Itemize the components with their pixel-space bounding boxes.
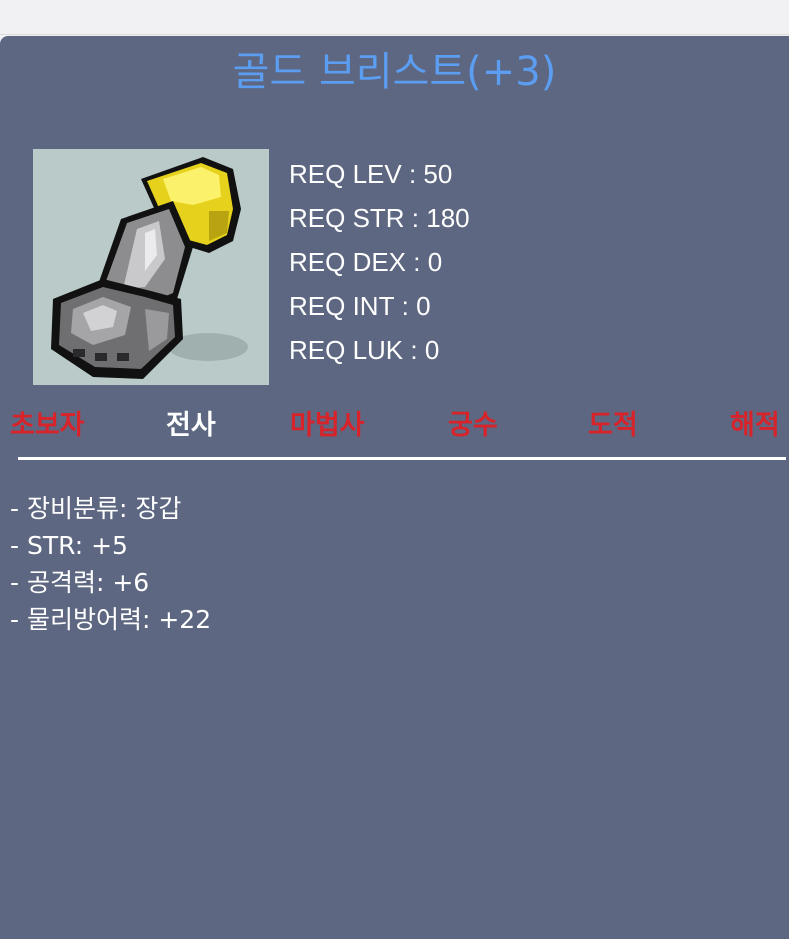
job-requirements-row: 초보자 전사 마법사 궁수 도적 해적	[0, 404, 789, 448]
req-str: REQ STR : 180	[289, 203, 470, 233]
divider	[18, 457, 786, 460]
stat-category: - 장비분류: 장갑	[10, 494, 182, 523]
stat-attack: - 공격력: +6	[10, 568, 150, 597]
top-bar	[0, 0, 789, 35]
job-warrior: 전사	[166, 410, 216, 441]
req-level: REQ LEV : 50	[289, 159, 453, 189]
job-thief: 도적	[588, 410, 638, 441]
stat-defense: - 물리방어력: +22	[10, 605, 212, 634]
item-tooltip-panel: 골드 브리스트(+3) REQ LEV : 50 REQ STR: 180 R…	[0, 36, 789, 939]
stat-str: - STR: +5	[10, 531, 128, 560]
job-pirate: 해적	[730, 410, 780, 441]
item-stats-list: - 장비분류: 장갑 - STR: +5 - 공격력: +6 - 물리방어력: …	[10, 490, 211, 638]
job-magician: 마법사	[290, 410, 365, 441]
requirements-list: REQ LEV : 50 REQ STR : 180 REQ DEX : 0 R…	[289, 152, 470, 372]
gold-plated-gauntlet-icon	[33, 149, 269, 385]
req-luk: REQ LUK : 0	[289, 335, 440, 365]
req-dex: REQ DEX : 0	[289, 247, 443, 277]
job-beginner: 초보자	[10, 410, 85, 441]
item-title: 골드 브리스트(+3)	[232, 49, 557, 95]
req-int: REQ INT : 0	[289, 291, 431, 321]
job-bowman: 궁수	[448, 410, 498, 441]
